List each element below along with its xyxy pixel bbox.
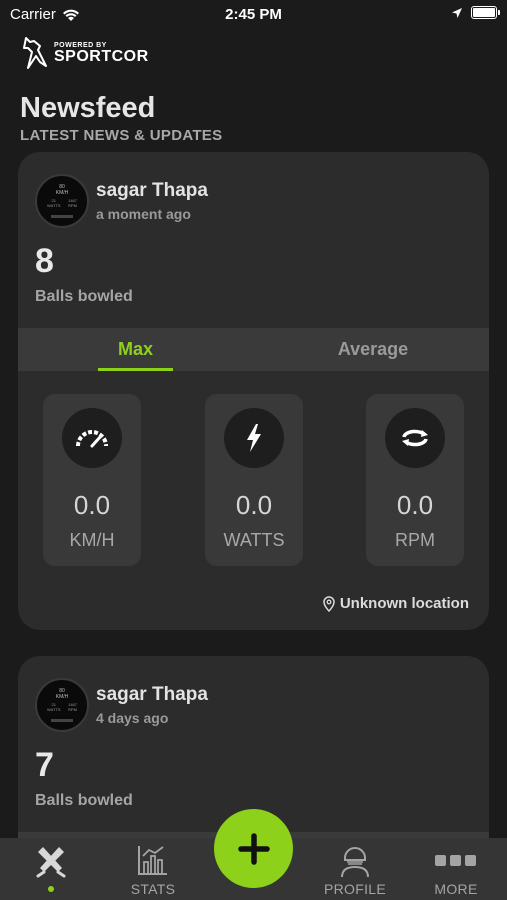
page-title: Newsfeed [20, 92, 156, 124]
active-indicator-dot [48, 886, 54, 892]
metric-speed: 0.0 KM/H [43, 394, 141, 566]
user-name[interactable]: sagar Thapa [96, 180, 208, 202]
location-tag: Unknown location [323, 595, 469, 612]
nav-label: PROFILE [323, 881, 386, 897]
plus-icon [237, 832, 270, 865]
metric-rpm: 0.0 RPM [366, 394, 464, 566]
avatar[interactable]: 80 KM/H 21 WATTS 1467 RPM [35, 174, 89, 228]
brand-text: POWERED BY SPORTCOR [54, 42, 149, 65]
status-time: 2:45 PM [225, 6, 282, 23]
metric-value: 0.0 [235, 490, 273, 520]
nav-label: MORE [434, 881, 478, 897]
brand-name: SPORTCOR [54, 47, 149, 65]
player-helmet-icon [310, 844, 400, 878]
cricket-bats-icon [6, 844, 96, 878]
stat-tabs: Max Average [18, 328, 489, 371]
kangaroo-logo-icon [23, 37, 47, 69]
balls-bowled-label: Balls bowled [35, 288, 133, 305]
stats-chart-icon [108, 844, 198, 876]
metric-unit: KM/H [69, 530, 115, 550]
nav-label: STATS [130, 881, 176, 897]
add-button[interactable] [214, 809, 293, 888]
nav-stats[interactable]: STATS [108, 838, 198, 900]
metric-unit: WATTS [223, 530, 285, 550]
balls-bowled-count: 8 [35, 242, 54, 280]
feed-card[interactable]: 80 KM/H 21 WATTS 1467 RPM sagar Thapa a mom… [18, 152, 489, 630]
user-name[interactable]: sagar Thapa [96, 684, 208, 706]
map-pin-icon [323, 595, 335, 612]
balls-bowled-label: Balls bowled [35, 792, 133, 809]
balls-bowled-count: 7 [35, 746, 54, 784]
location-label: Unknown location [339, 595, 469, 612]
post-timestamp: a moment ago [96, 206, 191, 222]
status-bar: Carrier 2:45 PM [0, 0, 507, 30]
post-timestamp: 4 days ago [96, 710, 169, 726]
more-dots-icon [411, 854, 501, 868]
tab-average[interactable]: Average [318, 328, 428, 371]
brand-logo: POWERED BY SPORTCOR [20, 36, 149, 70]
speedometer-icon [62, 408, 122, 468]
status-right [451, 6, 500, 19]
avatar[interactable]: 80 KM/H 21 WATTS 1467 RPM [35, 678, 89, 732]
battery-icon [471, 6, 500, 19]
tab-max[interactable]: Max [98, 328, 173, 371]
nav-home[interactable] [6, 838, 96, 900]
nav-more[interactable]: MORE [411, 838, 501, 900]
lightning-icon [224, 408, 284, 468]
rotation-icon [385, 408, 445, 468]
metric-value: 0.0 [396, 490, 434, 520]
metric-unit: RPM [395, 530, 435, 550]
page-subtitle: LATEST NEWS & UPDATES [20, 127, 223, 144]
metric-watts: 0.0 WATTS [205, 394, 303, 566]
location-arrow-icon [452, 7, 462, 18]
nav-profile[interactable]: PROFILE [310, 838, 400, 900]
metric-value: 0.0 [73, 490, 111, 520]
